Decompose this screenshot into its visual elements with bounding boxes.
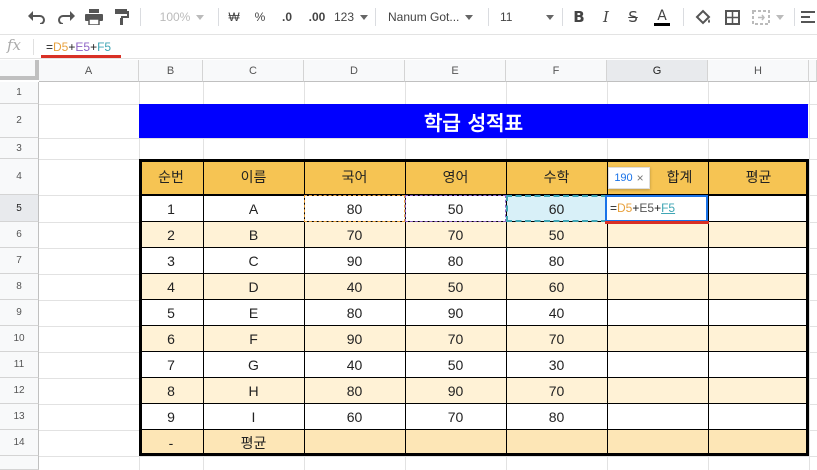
- column-header-h[interactable]: H: [708, 60, 809, 82]
- row-header-4[interactable]: 4: [0, 159, 39, 195]
- paint-format-icon[interactable]: [111, 6, 133, 28]
- header-bottom-border: [139, 194, 809, 196]
- fx-icon: fx: [7, 36, 22, 54]
- formula-ref-d5: D5: [53, 40, 69, 54]
- column-header-a[interactable]: A: [39, 60, 139, 82]
- row-header-8[interactable]: 8: [0, 274, 39, 300]
- row-header-10[interactable]: 10: [0, 326, 39, 352]
- column-header-c[interactable]: C: [203, 60, 304, 82]
- toolbar-divider: [794, 8, 795, 26]
- row-header-15[interactable]: [0, 456, 39, 470]
- fill-color-icon[interactable]: [693, 6, 713, 28]
- italic-icon[interactable]: I: [597, 6, 615, 28]
- formula-equals: =: [46, 40, 54, 54]
- zoom-value: 100%: [159, 10, 191, 24]
- toolbar-divider: [218, 8, 219, 26]
- row-header-2[interactable]: 2: [0, 104, 39, 138]
- column-header-g[interactable]: G: [607, 60, 708, 82]
- row-header-14[interactable]: 14: [0, 430, 39, 456]
- percent-button[interactable]: %: [252, 6, 268, 28]
- cell-formula-ref-f5: F5: [661, 201, 676, 215]
- font-size-select[interactable]: 11: [500, 6, 554, 28]
- formula-underline: [41, 55, 121, 58]
- formula-ref-f5: F5: [97, 40, 112, 54]
- active-cell-underline: [605, 221, 709, 224]
- decrease-decimal-label: .0: [281, 10, 292, 24]
- table-inner-borders: [139, 159, 809, 456]
- select-all-corner[interactable]: [0, 60, 39, 80]
- cell-formula-ref-e5: E5: [639, 201, 655, 215]
- toolbar: 100% ₩ % .0 .00 123 Nanum Got... 11 B I …: [0, 0, 817, 34]
- tooltip-value: 190: [614, 172, 633, 184]
- toolbar-divider: [375, 8, 376, 26]
- row-header-6[interactable]: 6: [0, 222, 39, 248]
- row-header-11[interactable]: 11: [0, 352, 39, 378]
- more-formats-label: 123: [333, 10, 355, 24]
- chevron-down-icon: [546, 14, 554, 20]
- row-header-5[interactable]: 5: [0, 195, 39, 222]
- print-icon[interactable]: [83, 6, 105, 28]
- row-header-9[interactable]: 9: [0, 300, 39, 326]
- column-header-d[interactable]: D: [304, 60, 405, 82]
- toolbar-divider: [683, 8, 684, 26]
- undo-icon[interactable]: [26, 6, 48, 28]
- row-header-7[interactable]: 7: [0, 248, 39, 274]
- increase-decimal-label: .00: [308, 10, 326, 24]
- row-header-13[interactable]: 13: [0, 404, 39, 430]
- column-header-f[interactable]: F: [506, 60, 607, 82]
- chevron-down-icon: [196, 14, 205, 20]
- merge-cells-icon[interactable]: [751, 6, 785, 28]
- toolbar-divider: [562, 8, 563, 26]
- font-family-value: Nanum Got...: [388, 10, 460, 24]
- font-family-select[interactable]: Nanum Got...: [388, 6, 480, 28]
- cell-formula-equals: =: [610, 201, 618, 215]
- bold-icon[interactable]: B: [570, 6, 588, 28]
- column-header-i[interactable]: [809, 60, 817, 82]
- row-header-1[interactable]: 1: [0, 82, 39, 104]
- borders-icon[interactable]: [722, 6, 742, 28]
- increase-decimal-button[interactable]: .00: [304, 6, 330, 28]
- decrease-decimal-button[interactable]: .0: [276, 6, 298, 28]
- formula-input[interactable]: =D5+E5+F5: [46, 40, 111, 54]
- chevron-down-icon: [360, 14, 369, 20]
- align-left-icon[interactable]: [800, 6, 816, 28]
- formula-bar[interactable]: fx =D5+E5+F5: [0, 34, 817, 59]
- row-header-12[interactable]: 12: [0, 378, 39, 404]
- currency-label: ₩: [228, 10, 240, 24]
- zoom-select[interactable]: 100%: [154, 6, 210, 28]
- formula-result-tooltip: 190 ×: [608, 167, 650, 189]
- sheet-title-cell[interactable]: 학급 성적표: [139, 104, 808, 138]
- toolbar-divider: [140, 8, 141, 26]
- percent-label: %: [254, 10, 266, 24]
- chevron-down-icon: [465, 14, 474, 20]
- redo-icon[interactable]: [55, 6, 77, 28]
- column-header-e[interactable]: E: [405, 60, 506, 82]
- active-cell-g5[interactable]: =D5+E5+F5: [605, 195, 708, 222]
- cell-formula-ref-d5: D5: [617, 201, 633, 215]
- more-formats-select[interactable]: 123: [333, 6, 369, 28]
- close-icon[interactable]: ×: [637, 171, 644, 185]
- formula-divider: [33, 39, 34, 55]
- font-size-value: 11: [500, 10, 513, 24]
- chevron-down-icon: [776, 14, 784, 20]
- strikethrough-icon[interactable]: S: [624, 6, 642, 28]
- currency-button[interactable]: ₩: [226, 6, 242, 28]
- text-color-icon[interactable]: A: [652, 6, 672, 28]
- row-header-3[interactable]: 3: [0, 138, 39, 159]
- formula-ref-e5: E5: [75, 40, 91, 54]
- toolbar-divider: [488, 8, 489, 26]
- column-header-b[interactable]: B: [139, 60, 203, 82]
